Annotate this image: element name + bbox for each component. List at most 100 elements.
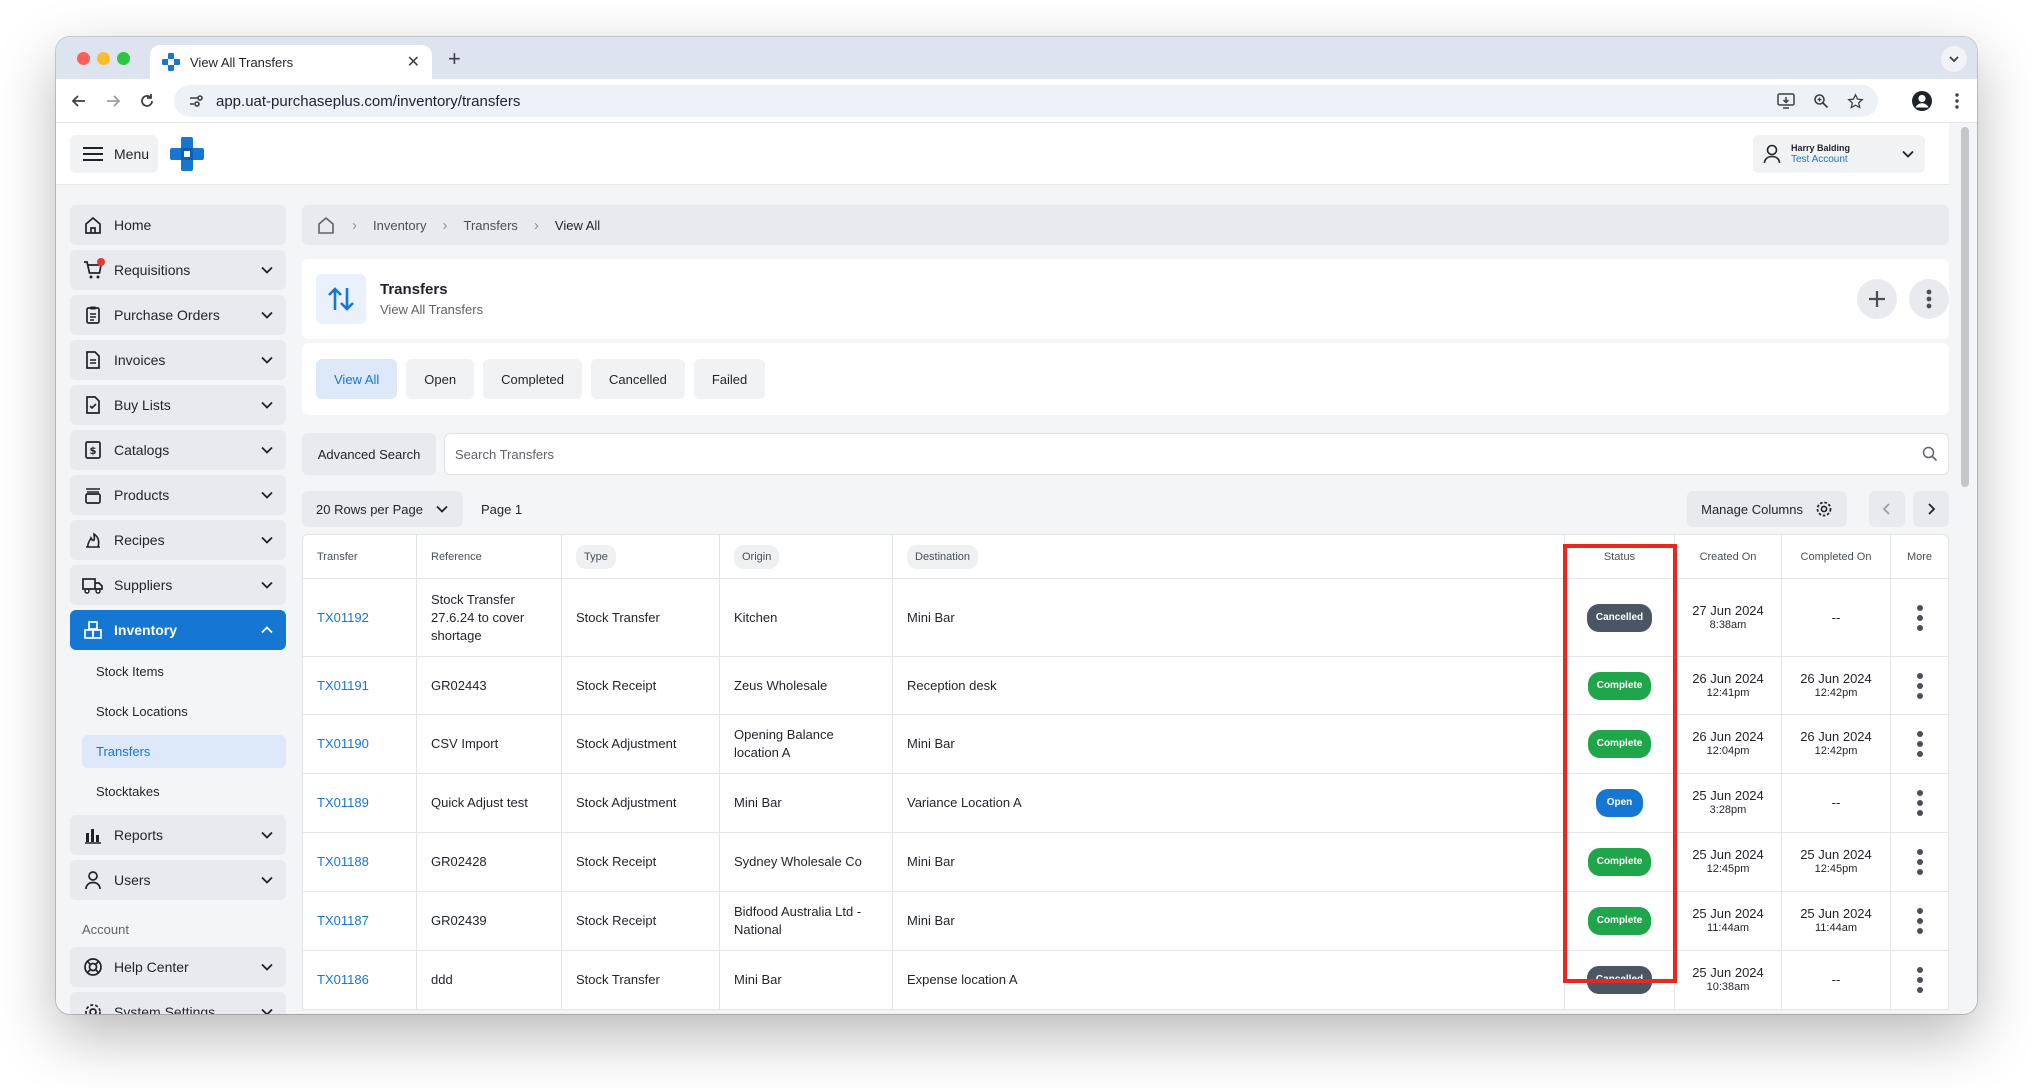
advanced-search-button[interactable]: Advanced Search xyxy=(302,433,436,475)
transfer-link[interactable]: TX01188 xyxy=(317,853,369,871)
chevron-down-icon xyxy=(435,502,449,516)
tab-view-all[interactable]: View All xyxy=(316,359,398,399)
cell-reference: GR02443 xyxy=(417,657,562,714)
purchaseplus-logo-icon[interactable] xyxy=(170,137,204,171)
column-header-type[interactable]: Type xyxy=(562,535,720,578)
close-window-button[interactable] xyxy=(77,52,90,65)
forward-icon[interactable] xyxy=(102,90,124,112)
scrollbar-thumb[interactable] xyxy=(1961,127,1969,487)
page-scrollbar[interactable] xyxy=(1949,123,1977,1014)
menu-button[interactable]: Menu xyxy=(70,135,158,173)
sidebar-item-requisitions[interactable]: Requisitions xyxy=(70,250,286,290)
install-app-icon[interactable] xyxy=(1777,93,1795,109)
site-settings-icon[interactable] xyxy=(188,93,204,109)
column-header-created-on[interactable]: Created On xyxy=(1675,535,1782,578)
column-header-completed-on[interactable]: Completed On xyxy=(1782,535,1891,578)
sidebar-item-label: Invoices xyxy=(114,352,166,368)
transfer-link[interactable]: TX01189 xyxy=(317,794,369,812)
sidebar-subitem-stock-items[interactable]: Stock Items xyxy=(70,655,286,688)
sidebar-item-system-settings[interactable]: System Settings xyxy=(70,992,286,1014)
next-page-button[interactable] xyxy=(1913,491,1949,527)
column-header-origin[interactable]: Origin xyxy=(720,535,893,578)
sidebar-item-help-center[interactable]: Help Center xyxy=(70,947,286,987)
column-header-reference[interactable]: Reference xyxy=(417,535,562,578)
created-time: 3:28pm xyxy=(1709,804,1747,816)
cell-origin: Opening Balance location A xyxy=(720,715,893,773)
address-bar[interactable]: app.uat-purchaseplus.com/inventory/trans… xyxy=(174,85,1878,117)
rows-per-page-select[interactable]: 20 Rows per Page xyxy=(302,491,463,527)
chevron-down-icon xyxy=(1901,147,1915,161)
browser-tab[interactable]: View All Transfers ✕ xyxy=(150,45,432,79)
tab-completed[interactable]: Completed xyxy=(483,359,582,399)
cell-completed-on: -- xyxy=(1782,579,1891,656)
sidebar-item-recipes[interactable]: Recipes xyxy=(70,520,286,560)
transfer-link[interactable]: TX01192 xyxy=(317,609,369,627)
transfer-link[interactable]: TX01187 xyxy=(317,912,369,930)
sidebar-item-label: Products xyxy=(114,487,170,503)
tab-close-icon[interactable]: ✕ xyxy=(407,52,420,72)
sidebar-item-invoices[interactable]: Invoices xyxy=(70,340,286,380)
back-icon[interactable] xyxy=(68,90,90,112)
sidebar-item-purchase-orders[interactable]: Purchase Orders xyxy=(70,295,286,335)
transfer-link[interactable]: TX01190 xyxy=(317,735,369,753)
tab-cancelled[interactable]: Cancelled xyxy=(590,359,685,399)
row-more-icon[interactable] xyxy=(1916,967,1923,993)
bookmark-star-icon[interactable] xyxy=(1847,92,1864,110)
sidebar-item-inventory[interactable]: Inventory xyxy=(70,610,286,650)
more-options-button[interactable] xyxy=(1909,279,1949,319)
cell-status: Complete xyxy=(1565,892,1675,950)
transfer-link[interactable]: TX01186 xyxy=(317,971,369,989)
add-transfer-button[interactable] xyxy=(1857,279,1897,319)
search-box[interactable] xyxy=(444,433,1949,475)
row-more-icon[interactable] xyxy=(1916,790,1923,816)
manage-columns-button[interactable]: Manage Columns xyxy=(1687,491,1847,527)
column-header-transfer[interactable]: Transfer xyxy=(303,535,417,578)
sidebar-item-suppliers[interactable]: Suppliers xyxy=(70,565,286,605)
sidebar-subitem-transfers[interactable]: Transfers xyxy=(82,735,286,768)
breadcrumb-inventory[interactable]: Inventory xyxy=(373,218,426,233)
reload-icon[interactable] xyxy=(136,90,158,112)
home-icon[interactable] xyxy=(316,215,336,235)
hamburger-icon xyxy=(82,146,104,162)
new-tab-button[interactable]: + xyxy=(448,46,461,72)
tab-open[interactable]: Open xyxy=(406,359,475,399)
sidebar-item-label: Recipes xyxy=(114,532,165,548)
page-subtitle: View All Transfers xyxy=(380,302,484,317)
sidebar-item-users[interactable]: Users xyxy=(70,860,286,900)
sidebar-item-catalogs[interactable]: $ Catalogs xyxy=(70,430,286,470)
column-header-status[interactable]: Status xyxy=(1565,535,1675,578)
sidebar-item-reports[interactable]: Reports xyxy=(70,815,286,855)
browser-menu-icon[interactable] xyxy=(1955,93,1959,109)
sidebar-item-buy-lists[interactable]: Buy Lists xyxy=(70,385,286,425)
row-more-icon[interactable] xyxy=(1916,604,1923,631)
column-header-destination[interactable]: Destination xyxy=(893,535,1565,578)
status-filter-tabs: View All Open Completed Cancelled Failed xyxy=(302,343,1949,415)
transfer-link[interactable]: TX01191 xyxy=(317,677,369,695)
cell-completed-on: -- xyxy=(1782,951,1891,1009)
search-icon[interactable] xyxy=(1922,446,1938,462)
zoom-icon[interactable] xyxy=(1813,93,1829,109)
tab-search-button[interactable] xyxy=(1941,46,1967,72)
cell-more xyxy=(1891,833,1948,891)
chevron-down-icon xyxy=(260,873,274,887)
sidebar-item-products[interactable]: Products xyxy=(70,475,286,515)
row-more-icon[interactable] xyxy=(1916,672,1923,699)
sidebar-item-home[interactable]: Home xyxy=(70,205,286,245)
page-title-card: Transfers View All Transfers xyxy=(302,259,1949,339)
row-more-icon[interactable] xyxy=(1916,849,1923,875)
search-input[interactable] xyxy=(455,446,1922,462)
tab-failed[interactable]: Failed xyxy=(693,359,766,399)
breadcrumb-transfers[interactable]: Transfers xyxy=(463,218,517,233)
sidebar-subitem-stocktakes[interactable]: Stocktakes xyxy=(70,775,286,808)
column-header-origin-label: Origin xyxy=(734,544,780,569)
row-more-icon[interactable] xyxy=(1916,908,1923,934)
maximize-window-button[interactable] xyxy=(117,52,130,65)
sidebar-subitem-stock-locations[interactable]: Stock Locations xyxy=(70,695,286,728)
user-icon xyxy=(1763,144,1781,164)
minimize-window-button[interactable] xyxy=(97,52,110,65)
user-menu[interactable]: Harry Balding Test Account xyxy=(1753,135,1925,173)
previous-page-button[interactable] xyxy=(1869,491,1905,527)
completed-date: 26 Jun 2024 xyxy=(1800,670,1872,686)
profile-avatar-icon[interactable] xyxy=(1911,90,1933,112)
row-more-icon[interactable] xyxy=(1916,731,1923,757)
